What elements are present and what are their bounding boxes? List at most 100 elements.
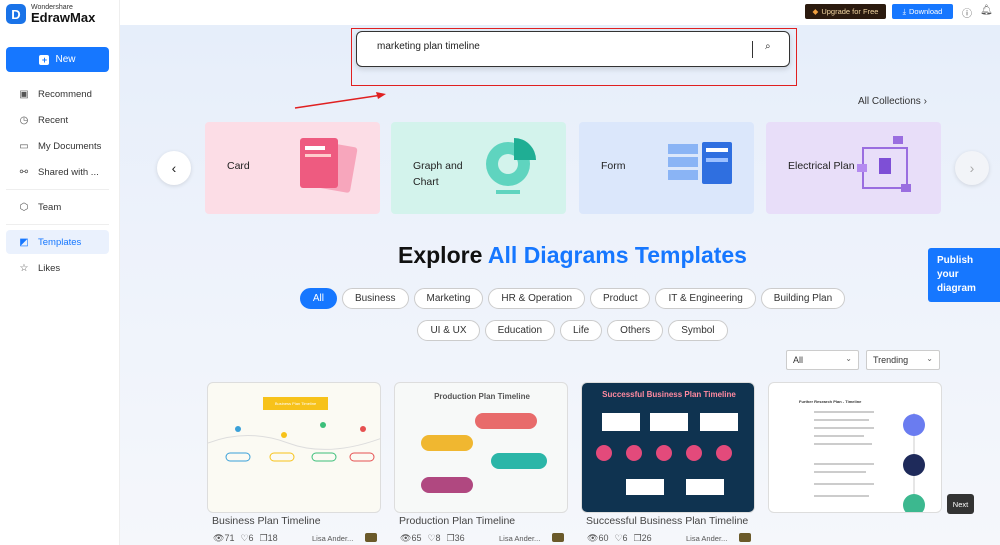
template-card[interactable]: Business Plan Timeline bbox=[207, 382, 381, 513]
form-illustration-icon bbox=[668, 142, 732, 184]
template-card[interactable]: Further Research Plan - Timeline bbox=[768, 382, 942, 513]
template-stats: 👁︎60 ♡6 ❐26 bbox=[587, 533, 652, 544]
electrical-illustration-icon bbox=[857, 136, 911, 192]
template-title[interactable]: Business Plan Timeline bbox=[212, 515, 321, 527]
chevron-down-icon: ⌄ bbox=[926, 354, 933, 363]
label: Templates bbox=[38, 236, 82, 248]
star-icon: ☆ bbox=[19, 262, 29, 274]
edrawmax-logo-icon: D bbox=[6, 4, 26, 24]
likes: 8 bbox=[435, 533, 441, 543]
filter-row-2: UI & UX Education Life Others Symbol bbox=[200, 320, 945, 341]
new-button[interactable]: + New bbox=[6, 47, 109, 72]
filter-chip-building-plan[interactable]: Building Plan bbox=[760, 288, 846, 309]
chevron-right-icon: › bbox=[923, 96, 927, 107]
eye-icon: 👁︎60 bbox=[587, 533, 609, 543]
page-heading: Explore All Diagrams Templates bbox=[300, 242, 845, 269]
chart-illustration-icon bbox=[486, 138, 536, 194]
sidebar-item-my-documents[interactable]: ▭ My Documents bbox=[6, 134, 109, 158]
carousel-prev-button[interactable]: ‹ bbox=[157, 151, 191, 185]
filter-chip-it-engineering[interactable]: IT & Engineering bbox=[655, 288, 756, 309]
thumb-title: Production Plan Timeline bbox=[434, 392, 530, 401]
filter-chip-marketing[interactable]: Marketing bbox=[413, 288, 484, 309]
annotation-arrow bbox=[294, 92, 386, 109]
timeline-thumbnail bbox=[208, 422, 380, 462]
like-icon: ♡6 bbox=[240, 533, 254, 543]
help-icon[interactable]: ⓘ bbox=[962, 5, 972, 20]
bell-icon[interactable]: 🔔︎ bbox=[980, 5, 993, 16]
likes: 6 bbox=[622, 533, 628, 543]
template-title[interactable]: Production Plan Timeline bbox=[399, 515, 515, 527]
filter-chip-education[interactable]: Education bbox=[484, 320, 556, 341]
copy-icon: ❐36 bbox=[446, 533, 465, 543]
copy-icon: ❐26 bbox=[633, 533, 652, 543]
avatar[interactable] bbox=[739, 533, 751, 542]
author-name[interactable]: Lisa Ander... bbox=[686, 534, 727, 543]
filter-chip-ui-ux[interactable]: UI & UX bbox=[417, 320, 480, 341]
thumb-title: Successful Business Plan Timeline bbox=[602, 390, 736, 399]
sidebar-item-recommend[interactable]: ▣ Recommend bbox=[6, 82, 109, 106]
next-tooltip: Next bbox=[947, 494, 974, 514]
avatar[interactable] bbox=[365, 533, 377, 542]
publish-diagram-button[interactable]: Publish your diagram bbox=[928, 248, 1000, 302]
timeline-thumbnail bbox=[421, 413, 547, 493]
filter-chip-symbol[interactable]: Symbol bbox=[668, 320, 728, 341]
template-card[interactable]: Successful Business Plan Timeline bbox=[581, 382, 755, 513]
sidebar-item-templates[interactable]: ◩ Templates bbox=[6, 230, 109, 254]
copies: 18 bbox=[267, 533, 278, 543]
author-name[interactable]: Lisa Ander... bbox=[312, 534, 353, 543]
sidebar: D Wondershare EdrawMax + New ▣ Recommend ◷ R… bbox=[0, 0, 120, 545]
category-card[interactable]: Form bbox=[579, 122, 754, 214]
label: Team bbox=[38, 201, 62, 213]
sort-dropdown[interactable]: Trending ⌄ bbox=[866, 350, 940, 370]
heading-part2: All Diagrams Templates bbox=[487, 242, 747, 268]
template-card[interactable]: Production Plan Timeline bbox=[394, 382, 568, 513]
carousel-next-button[interactable]: › bbox=[955, 151, 989, 185]
folder-icon: ▭ bbox=[19, 140, 29, 152]
category-label: Card bbox=[227, 160, 250, 172]
copies: 26 bbox=[641, 533, 652, 543]
sidebar-item-recent[interactable]: ◷ Recent bbox=[6, 108, 109, 132]
category-label: Electrical Plan bbox=[788, 160, 855, 172]
sort-value: Trending bbox=[873, 355, 909, 365]
category-label: Form bbox=[601, 160, 626, 172]
filter-chip-business[interactable]: Business bbox=[341, 288, 409, 309]
filter-chip-product[interactable]: Product bbox=[590, 288, 651, 309]
filter-chip-hr-operation[interactable]: HR & Operation bbox=[488, 288, 586, 309]
diamond-icon: ◆ bbox=[812, 7, 819, 16]
author-name[interactable]: Lisa Ander... bbox=[499, 534, 540, 543]
sidebar-item-team[interactable]: ⬡ Team bbox=[6, 195, 109, 219]
card-illustration-icon bbox=[300, 138, 358, 193]
label: Recent bbox=[38, 114, 69, 126]
copy-icon: ❐18 bbox=[259, 533, 278, 543]
category-card[interactable]: Card bbox=[205, 122, 380, 214]
filter-chip-all[interactable]: All bbox=[299, 288, 337, 309]
category-card[interactable]: Graph and Chart bbox=[391, 122, 566, 214]
sidebar-item-shared[interactable]: ⚯ Shared with ... bbox=[6, 160, 109, 184]
views: 60 bbox=[598, 533, 609, 543]
logo[interactable]: D Wondershare EdrawMax bbox=[6, 4, 95, 24]
type-value: All bbox=[793, 355, 804, 365]
highlight-box bbox=[351, 28, 797, 86]
template-title[interactable]: Successful Business Plan Timeline bbox=[586, 515, 748, 527]
type-dropdown[interactable]: All ⌄ bbox=[786, 350, 859, 370]
all-collections-link[interactable]: All Collections › bbox=[858, 96, 927, 107]
filter-chip-life[interactable]: Life bbox=[560, 320, 603, 341]
divider bbox=[6, 189, 109, 190]
like-icon: ♡8 bbox=[427, 533, 441, 543]
thumb-title: Business Plan Timeline bbox=[263, 397, 328, 410]
label: Likes bbox=[38, 262, 61, 274]
views: 71 bbox=[224, 533, 235, 543]
avatar[interactable] bbox=[552, 533, 564, 542]
template-stats: 👁︎71 ♡6 ❐18 bbox=[213, 533, 278, 544]
download-button[interactable]: ⤓ Download bbox=[892, 4, 953, 19]
download-label: Download bbox=[908, 7, 943, 16]
publish-label: Publish your diagram bbox=[937, 255, 976, 294]
upgrade-button[interactable]: ◆ Upgrade for Free bbox=[805, 4, 886, 19]
recommend-icon: ▣ bbox=[19, 88, 29, 100]
sidebar-item-likes[interactable]: ☆ Likes bbox=[6, 256, 109, 280]
chevron-left-icon: ‹ bbox=[171, 160, 177, 176]
filter-chip-others[interactable]: Others bbox=[607, 320, 664, 341]
label: My Documents bbox=[38, 140, 102, 152]
category-card[interactable]: Electrical Plan bbox=[766, 122, 941, 214]
heading-part1: Explore bbox=[398, 242, 483, 268]
